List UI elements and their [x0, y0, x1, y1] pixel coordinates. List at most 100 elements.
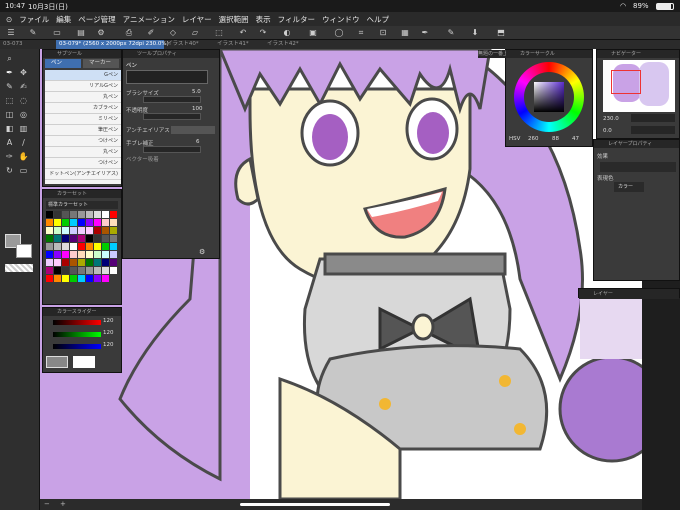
color-swatch[interactable] [102, 267, 109, 274]
grid-icon[interactable]: ▦ [400, 28, 410, 38]
color-swatch[interactable] [78, 251, 85, 258]
brush-item-maru-pen[interactable]: 丸ペン [45, 92, 121, 103]
color-swatch[interactable] [62, 227, 69, 234]
color-swatch[interactable] [54, 219, 61, 226]
color-swatch[interactable] [46, 275, 53, 282]
menu-file[interactable]: ファイル [19, 14, 49, 25]
zoom-in-icon[interactable]: + [60, 500, 66, 508]
color-swatch[interactable] [62, 275, 69, 282]
saturation-value-square[interactable] [534, 82, 564, 112]
color-swatch[interactable] [86, 267, 93, 274]
color-swatch[interactable] [94, 227, 101, 234]
material-tab[interactable]: 無題の一番上の素材 [478, 50, 506, 58]
open-file-icon[interactable]: ▭ [52, 28, 62, 38]
menu-animation[interactable]: アニメーション [123, 14, 175, 25]
brush-item-tsuke-pen-2[interactable]: つけペン [45, 158, 121, 169]
color-swatch[interactable] [54, 243, 61, 250]
zoom-tool-icon[interactable]: ⌕ [4, 53, 15, 64]
effect-buttons[interactable] [600, 162, 676, 172]
text-tool-icon[interactable]: A [4, 137, 15, 148]
print-icon[interactable]: ⎙ [124, 28, 134, 38]
move-tool-icon[interactable]: ✥ [18, 67, 29, 78]
color-swatch[interactable] [54, 275, 61, 282]
lasso-tool-icon[interactable]: ◌ [18, 95, 29, 106]
tab-pen[interactable]: ペン [45, 59, 81, 68]
color-swatch[interactable] [102, 219, 109, 226]
crop-icon[interactable]: ⌗ [356, 28, 366, 38]
display-color-dropdown[interactable]: カラー [614, 182, 644, 192]
blend-tool-icon[interactable]: ◎ [18, 109, 29, 120]
color-swatch[interactable] [94, 251, 101, 258]
blue-slider[interactable] [53, 344, 101, 349]
menu-help[interactable]: ヘルプ [367, 14, 390, 25]
color-swatch[interactable] [62, 235, 69, 242]
menu-layer[interactable]: レイヤー [182, 14, 212, 25]
select-tool-icon[interactable]: ⬚ [4, 95, 15, 106]
shape-icon[interactable]: ◇ [168, 28, 178, 38]
save-icon[interactable]: ▤ [76, 28, 86, 38]
tab-03-073[interactable]: 03-073 [0, 40, 56, 49]
new-file-icon[interactable]: ✎ [28, 28, 38, 38]
brush-shortcut-icon[interactable]: ✎ [446, 28, 456, 38]
color-set-dropdown[interactable]: 標準カラーセット [46, 201, 118, 209]
color-swatch[interactable] [70, 259, 77, 266]
color-swatch[interactable] [94, 235, 101, 242]
transform-icon[interactable]: ⬚ [214, 28, 224, 38]
color-swatch[interactable] [110, 227, 117, 234]
tab-illust40[interactable]: イラスト40* [164, 40, 214, 49]
color-swatch[interactable] [86, 227, 93, 234]
stabilization-slider[interactable] [143, 146, 201, 153]
color-swatch[interactable] [46, 235, 53, 242]
tab-marker[interactable]: マーカー [83, 59, 119, 68]
color-swatch[interactable] [78, 219, 85, 226]
color-swatch[interactable] [102, 211, 109, 218]
color-swatch[interactable] [54, 235, 61, 242]
color-swatch[interactable] [102, 259, 109, 266]
tab-03-079[interactable]: 03-079* (2560 x 2000px 72dpi 230.0%) [56, 40, 169, 49]
color-swatch[interactable] [70, 235, 77, 242]
frame-tool-icon[interactable]: ▭ [18, 165, 29, 176]
tab-illust42[interactable]: イラスト42* [264, 40, 314, 49]
color-swatch[interactable] [70, 275, 77, 282]
color-swatch[interactable] [54, 251, 61, 258]
pen-shortcut-icon[interactable]: ✒ [420, 28, 430, 38]
color-swatch[interactable] [54, 227, 61, 234]
menu-edit[interactable]: 編集 [56, 14, 71, 25]
color-swatch[interactable] [70, 219, 77, 226]
color-swatch[interactable] [62, 251, 69, 258]
color-swatch[interactable] [94, 219, 101, 226]
color-swatch[interactable] [46, 211, 53, 218]
rotate-slider[interactable] [631, 126, 675, 134]
color-swatch[interactable] [94, 275, 101, 282]
brush-item-real-g-pen[interactable]: リアルGペン [45, 81, 121, 92]
undo-icon[interactable]: ↶ [238, 28, 248, 38]
color-swatch[interactable] [46, 259, 53, 266]
navigator-thumbnail[interactable] [603, 60, 675, 112]
color-swatch[interactable] [70, 251, 77, 258]
antialias-selector[interactable] [171, 126, 215, 134]
hand-tool-icon[interactable]: ✋ [18, 151, 29, 162]
app-logo-icon[interactable]: ⊙ [6, 15, 12, 24]
menu-selection[interactable]: 選択範囲 [219, 14, 249, 25]
settings-icon[interactable]: ⚙ [96, 28, 106, 38]
color-swatch[interactable] [102, 227, 109, 234]
color-swatch[interactable] [62, 267, 69, 274]
brush-item-pressure-pen[interactable]: 筆圧ペン [45, 125, 121, 136]
color-swatch[interactable] [54, 267, 61, 274]
color-swatch[interactable] [94, 267, 101, 274]
color-swatch[interactable] [78, 211, 85, 218]
clear-icon[interactable]: ◐ [282, 28, 292, 38]
color-swatch[interactable] [86, 243, 93, 250]
color-swatch[interactable] [102, 235, 109, 242]
green-slider[interactable] [53, 332, 101, 337]
color-swatch[interactable] [78, 227, 85, 234]
color-swatch[interactable] [102, 243, 109, 250]
color-swatch[interactable] [62, 259, 69, 266]
fill-icon[interactable]: ▣ [308, 28, 318, 38]
opacity-slider[interactable] [143, 113, 201, 120]
color-swatch[interactable] [78, 259, 85, 266]
color-swatch[interactable] [46, 219, 53, 226]
export-icon[interactable]: ⬒ [496, 28, 506, 38]
brush-size-slider[interactable] [143, 96, 201, 103]
lasso-icon[interactable]: ◯ [334, 28, 344, 38]
